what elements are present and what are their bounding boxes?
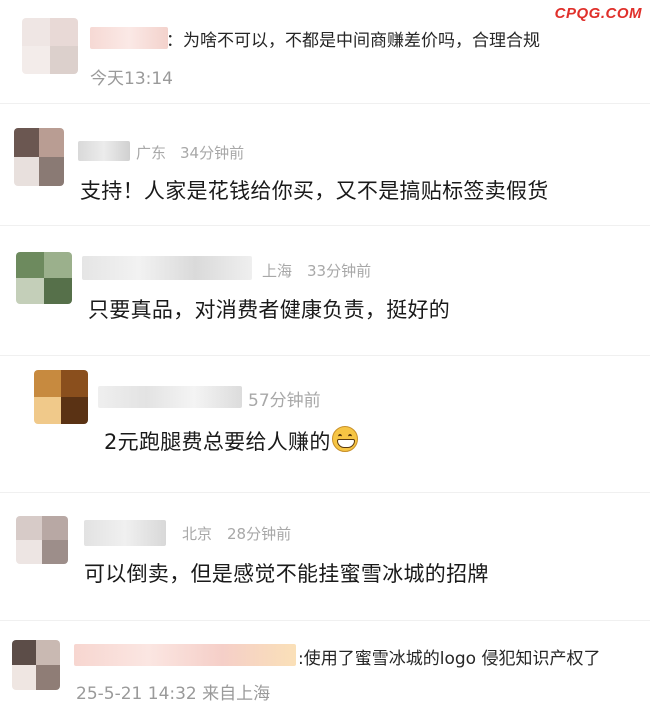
time-ago: 28分钟前 — [227, 525, 292, 543]
comment-text: ：为啥不可以，不都是中间商赚差价吗，合理合规 — [166, 31, 540, 51]
time-ago: 33分钟前 — [307, 262, 372, 280]
avatar[interactable] — [22, 18, 78, 74]
comment-text: 只要真品，对消费者健康负责，挺好的 — [88, 298, 451, 322]
grinning-face-icon — [331, 426, 358, 452]
username-blurred[interactable] — [82, 256, 252, 280]
location: 上海 — [262, 262, 293, 280]
location: 北京 — [182, 525, 213, 543]
time-ago: 34分钟前 — [180, 144, 245, 162]
avatar[interactable] — [14, 128, 64, 186]
location: 广东 — [136, 144, 167, 162]
comment-time: 今天13:14 — [90, 69, 173, 89]
avatar[interactable] — [16, 252, 72, 304]
divider — [0, 620, 650, 621]
username-blurred[interactable] — [78, 141, 130, 161]
avatar[interactable] — [16, 516, 68, 564]
divider — [0, 492, 650, 493]
comment-time: 25-5-21 14:32 来自上海 — [76, 684, 271, 704]
username-blurred[interactable] — [98, 386, 242, 408]
comment-text: :使用了蜜雪冰城的logo 侵犯知识产权了 — [298, 649, 601, 669]
username-blurred[interactable] — [74, 644, 296, 666]
divider — [0, 225, 650, 226]
username-blurred[interactable] — [84, 520, 166, 546]
avatar[interactable] — [34, 370, 88, 424]
divider — [0, 103, 650, 104]
time-ago: 57分钟前 — [248, 391, 321, 411]
comment-text: 2元跑腿费总要给人赚的 — [104, 426, 358, 456]
watermark-logo: CPQG.COM — [554, 5, 642, 22]
comment-text: 可以倒卖，但是感觉不能挂蜜雪冰城的招牌 — [84, 562, 489, 586]
avatar[interactable] — [12, 640, 60, 690]
username-blurred[interactable] — [90, 27, 168, 49]
comment-text-body: 2元跑腿费总要给人赚的 — [104, 430, 331, 454]
divider — [0, 355, 650, 356]
comment-text: 支持！人家是花钱给你买，又不是搞贴标签卖假货 — [80, 179, 549, 203]
